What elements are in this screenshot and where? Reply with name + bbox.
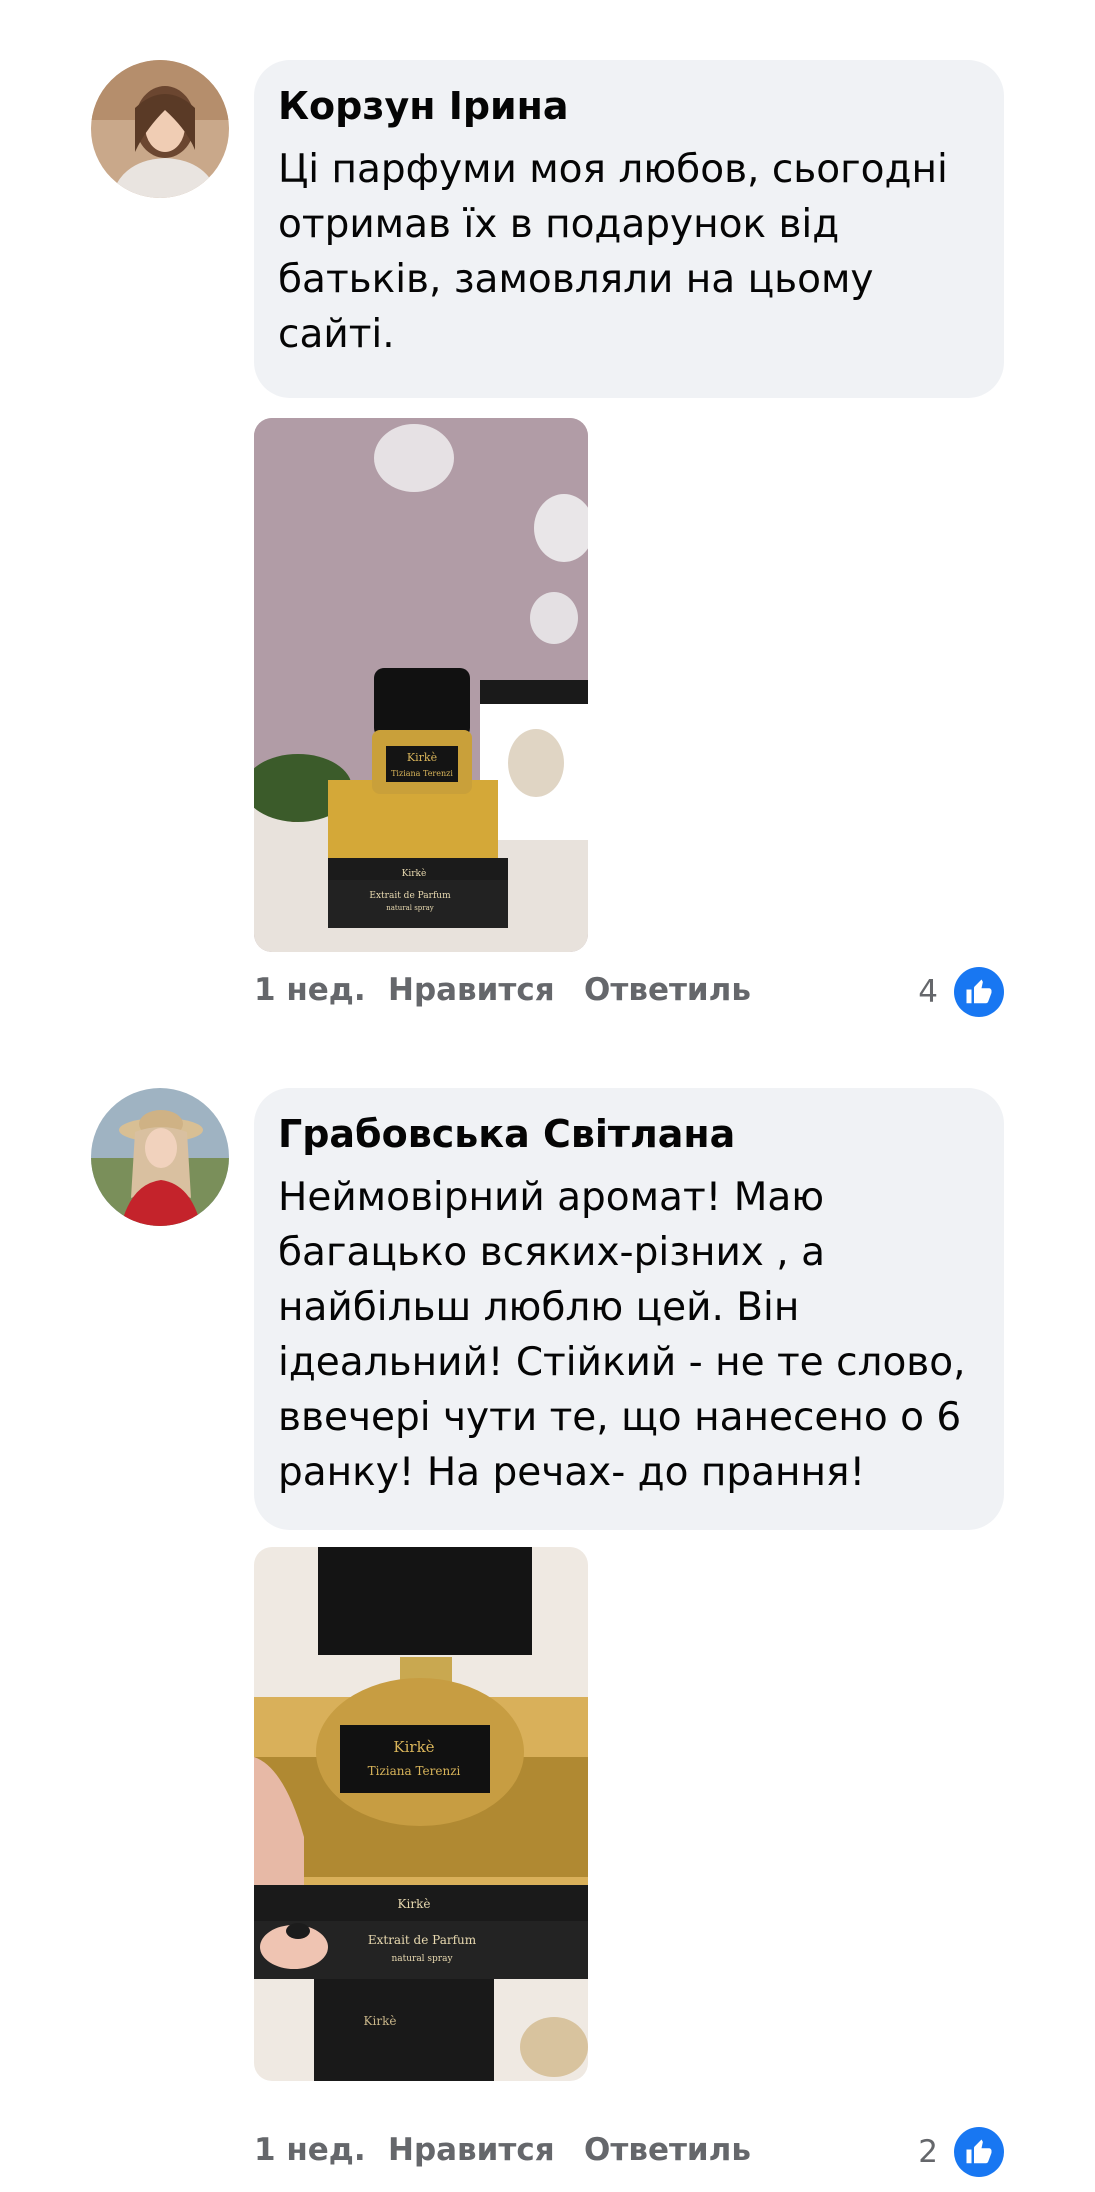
perfume-brand: Tiziana Terenzi [368, 1764, 461, 1778]
comment-time[interactable]: 1 нед. [254, 972, 366, 1008]
reply-button[interactable]: Ответиль [584, 2132, 751, 2168]
comment-bubble: Корзун Ірина Ці парфуми моя любов, сього… [254, 60, 1004, 398]
avatar[interactable] [91, 1088, 229, 1226]
box-label: Kirkè [398, 1897, 431, 1911]
comment-photo[interactable]: Kirkè Tiziana Terenzi Kirkè Extrait de P… [254, 418, 588, 952]
like-summary[interactable]: 4 [918, 962, 1004, 1022]
comment-actions: 1 нед. Нравится Ответиль 2 [254, 2122, 1004, 2182]
thumbs-up-icon [954, 967, 1004, 1017]
like-button[interactable]: Нравится [388, 972, 555, 1008]
comment-photo[interactable]: Kirkè Tiziana Terenzi Kirkè Extrait de P… [254, 1547, 588, 2081]
avatar[interactable] [91, 60, 229, 198]
like-summary[interactable]: 2 [918, 2122, 1004, 2182]
like-button[interactable]: Нравится [388, 2132, 555, 2168]
box-subtitle: Extrait de Parfum [369, 891, 451, 901]
box-subtitle-2: natural spray [386, 904, 434, 912]
comment-author[interactable]: Корзун Ірина [278, 82, 980, 130]
like-count: 2 [918, 2134, 938, 2170]
thumbs-up-icon [954, 2127, 1004, 2177]
perfume-brand: Tiziana Terenzi [391, 769, 453, 778]
perfume-label: Kirkè [407, 751, 437, 764]
comment-text: Неймовірний аромат! Маю багацько всяких-… [278, 1175, 966, 1495]
box-subtitle: Extrait de Parfum [368, 1933, 477, 1947]
comment-actions: 1 нед. Нравится Ответиль 4 [254, 962, 1004, 1022]
box-subtitle-2: natural spray [391, 1954, 453, 1964]
comment-author[interactable]: Грабовська Світлана [278, 1110, 980, 1158]
comment-text: Ці парфуми моя любов, сьогодні отримав ї… [278, 147, 948, 357]
comment-bubble: Грабовська Світлана Неймовірний аромат! … [254, 1088, 1004, 1530]
comment-time[interactable]: 1 нед. [254, 2132, 366, 2168]
like-count: 4 [918, 974, 938, 1010]
box-label-2: Kirkè [364, 2014, 397, 2028]
perfume-label: Kirkè [393, 1738, 434, 1756]
box-label: Kirkè [402, 868, 427, 879]
reply-button[interactable]: Ответиль [584, 972, 751, 1008]
